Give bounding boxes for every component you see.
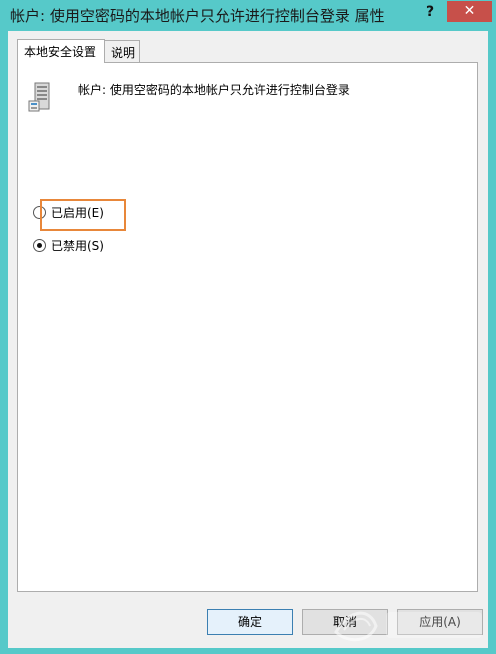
dialog-body: 本地安全设置 说明 帐户: 使用空密码的本地帐户只允许进行控制台登录 已启用(E…: [8, 31, 488, 648]
disabled-radio-option[interactable]: 已禁用(S): [33, 236, 104, 254]
tab-panel: 帐户: 使用空密码的本地帐户只允许进行控制台登录 已启用(E) 已禁用(S): [17, 62, 478, 592]
server-icon: [28, 82, 50, 112]
tab-local-security-setting[interactable]: 本地安全设置: [17, 39, 105, 63]
highlight-annotation: [40, 199, 126, 231]
help-button[interactable]: ?: [418, 2, 442, 22]
properties-dialog: 帐户: 使用空密码的本地帐户只允许进行控制台登录 属性 ? ✕ 本地安全设置 说…: [0, 0, 496, 654]
disabled-label: 已禁用(S): [51, 238, 104, 253]
policy-name: 帐户: 使用空密码的本地帐户只允许进行控制台登录: [78, 83, 350, 97]
close-button[interactable]: ✕: [447, 1, 492, 22]
disabled-radio[interactable]: [33, 238, 46, 252]
tab-explain[interactable]: 说明: [104, 40, 140, 62]
watermark-logo: [334, 611, 482, 642]
window-title: 帐户: 使用空密码的本地帐户只允许进行控制台登录 属性: [10, 7, 385, 25]
ok-button[interactable]: 确定: [207, 609, 293, 635]
title-bar[interactable]: 帐户: 使用空密码的本地帐户只允许进行控制台登录 属性 ? ✕: [0, 0, 496, 30]
